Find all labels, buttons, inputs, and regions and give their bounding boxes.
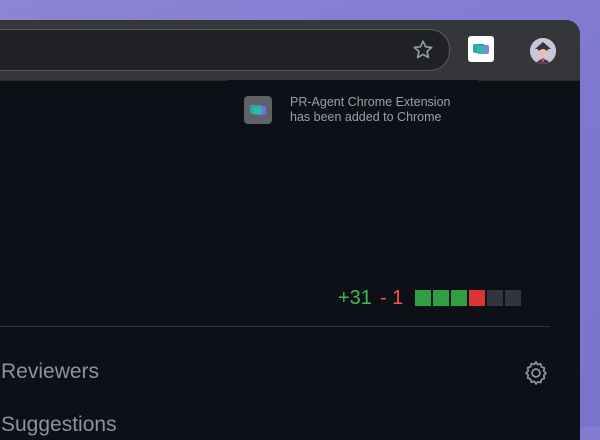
pr-agent-extension-icon xyxy=(473,44,489,54)
diff-block-add xyxy=(415,290,432,306)
extension-button[interactable] xyxy=(468,36,494,62)
diff-block-add xyxy=(451,290,468,306)
popup-line-2: has been added to Chrome xyxy=(290,110,442,124)
extension-added-popup: PR-Agent Chrome Extension has been added… xyxy=(228,80,478,152)
avatar-icon xyxy=(530,38,556,64)
diff-block-del xyxy=(469,290,486,306)
popup-extension-icon xyxy=(244,96,272,124)
diff-block-add xyxy=(433,290,450,306)
browser-toolbar xyxy=(0,20,580,81)
browser-window: PR-Agent Chrome Extension has been added… xyxy=(0,20,580,440)
suggestions-heading: Suggestions xyxy=(1,413,117,436)
diff-block-neutral xyxy=(487,290,504,306)
popup-line-1: PR-Agent Chrome Extension xyxy=(290,95,451,109)
address-bar[interactable] xyxy=(0,29,450,71)
popup-message: PR-Agent Chrome Extension has been added… xyxy=(290,95,480,125)
diff-block-neutral xyxy=(505,290,522,306)
deletions-count: - 1 xyxy=(379,286,404,309)
diff-blocks xyxy=(415,290,522,306)
divider xyxy=(0,326,550,327)
profile-avatar[interactable] xyxy=(530,38,556,64)
reviewers-heading: Reviewers xyxy=(1,360,100,383)
star-icon[interactable] xyxy=(411,38,435,62)
pr-agent-icon xyxy=(250,105,266,115)
additions-count: +31 xyxy=(338,286,372,309)
diff-stat: +31 - 1 xyxy=(338,285,522,311)
gear-icon[interactable] xyxy=(522,359,550,387)
